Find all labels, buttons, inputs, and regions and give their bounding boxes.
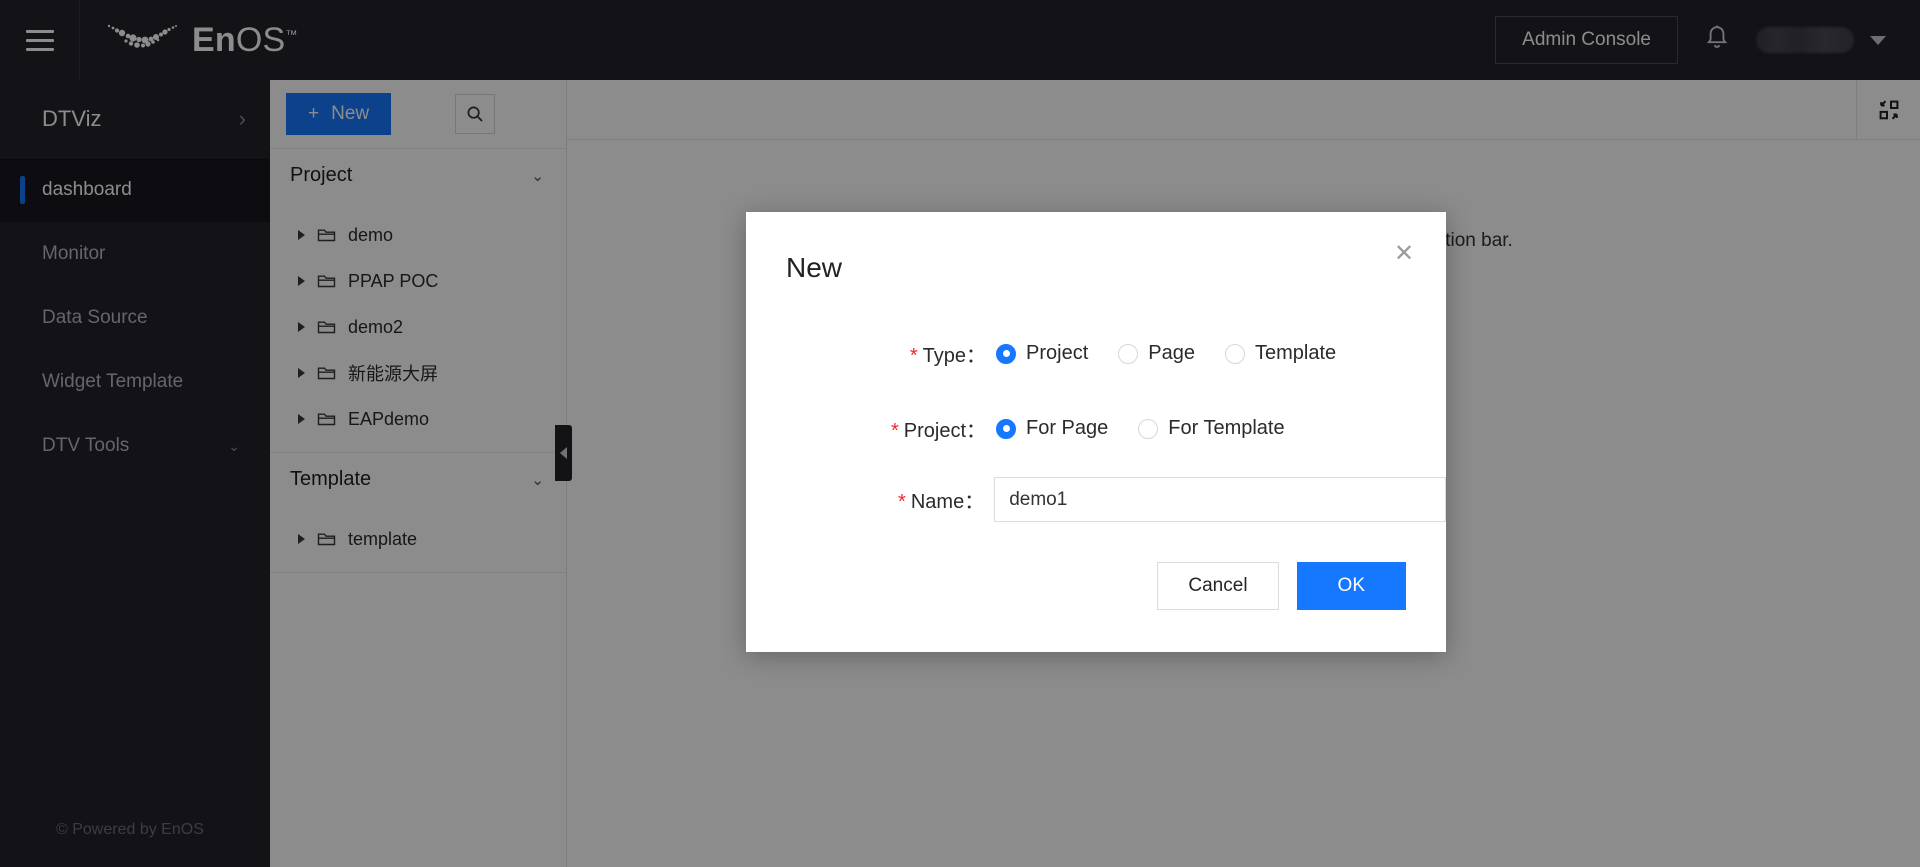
- cancel-button[interactable]: Cancel: [1157, 562, 1279, 610]
- required-asterisk: *: [898, 491, 906, 513]
- radio-type-project[interactable]: Project: [996, 342, 1088, 365]
- close-icon[interactable]: ✕: [1388, 238, 1420, 270]
- radio-type-template[interactable]: Template: [1224, 342, 1337, 365]
- required-asterisk: *: [890, 420, 899, 442]
- radio-type-page[interactable]: Page: [1118, 342, 1195, 365]
- modal-title: New: [786, 252, 843, 283]
- form-row-name: * Name：: [746, 477, 1446, 522]
- name-label-text: Name：: [910, 491, 985, 513]
- radio-project-for-page[interactable]: For Page: [996, 417, 1108, 440]
- radio-indicator[interactable]: [1224, 343, 1245, 364]
- name-input[interactable]: [994, 477, 1446, 522]
- type-radio-group: Project Page Template: [996, 342, 1336, 365]
- radio-label: Project: [1026, 342, 1089, 364]
- name-label: * Name：: [746, 485, 994, 514]
- modal-actions: Cancel OK: [1157, 562, 1406, 610]
- radio-label: For Template: [1168, 417, 1285, 439]
- form-row-project: * Project： For Page For Template: [746, 414, 1446, 443]
- radio-project-for-template[interactable]: For Template: [1138, 417, 1285, 440]
- form-row-type: * Type： Project Page Template: [746, 339, 1446, 368]
- radio-label: For Page: [1026, 417, 1109, 439]
- radio-label: Page: [1148, 342, 1195, 364]
- required-asterisk: *: [909, 345, 918, 367]
- project-label-text: Project：: [903, 420, 986, 442]
- type-label-text: Type：: [922, 345, 986, 367]
- new-dashboard-modal: New ✕ * Type： Project Page Template * Pr…: [746, 212, 1446, 652]
- radio-indicator[interactable]: [996, 418, 1016, 439]
- type-label: * Type：: [746, 339, 996, 368]
- app-root: EnOS™ Admin Console DTViz › dashboard Mo…: [0, 0, 1920, 867]
- radio-indicator[interactable]: [996, 343, 1016, 364]
- project-radio-group: For Page For Template: [996, 417, 1285, 440]
- radio-label: Template: [1254, 342, 1337, 364]
- radio-indicator[interactable]: [1138, 418, 1159, 439]
- ok-button[interactable]: OK: [1296, 562, 1406, 610]
- project-label: * Project：: [746, 414, 996, 443]
- radio-indicator[interactable]: [1118, 343, 1139, 364]
